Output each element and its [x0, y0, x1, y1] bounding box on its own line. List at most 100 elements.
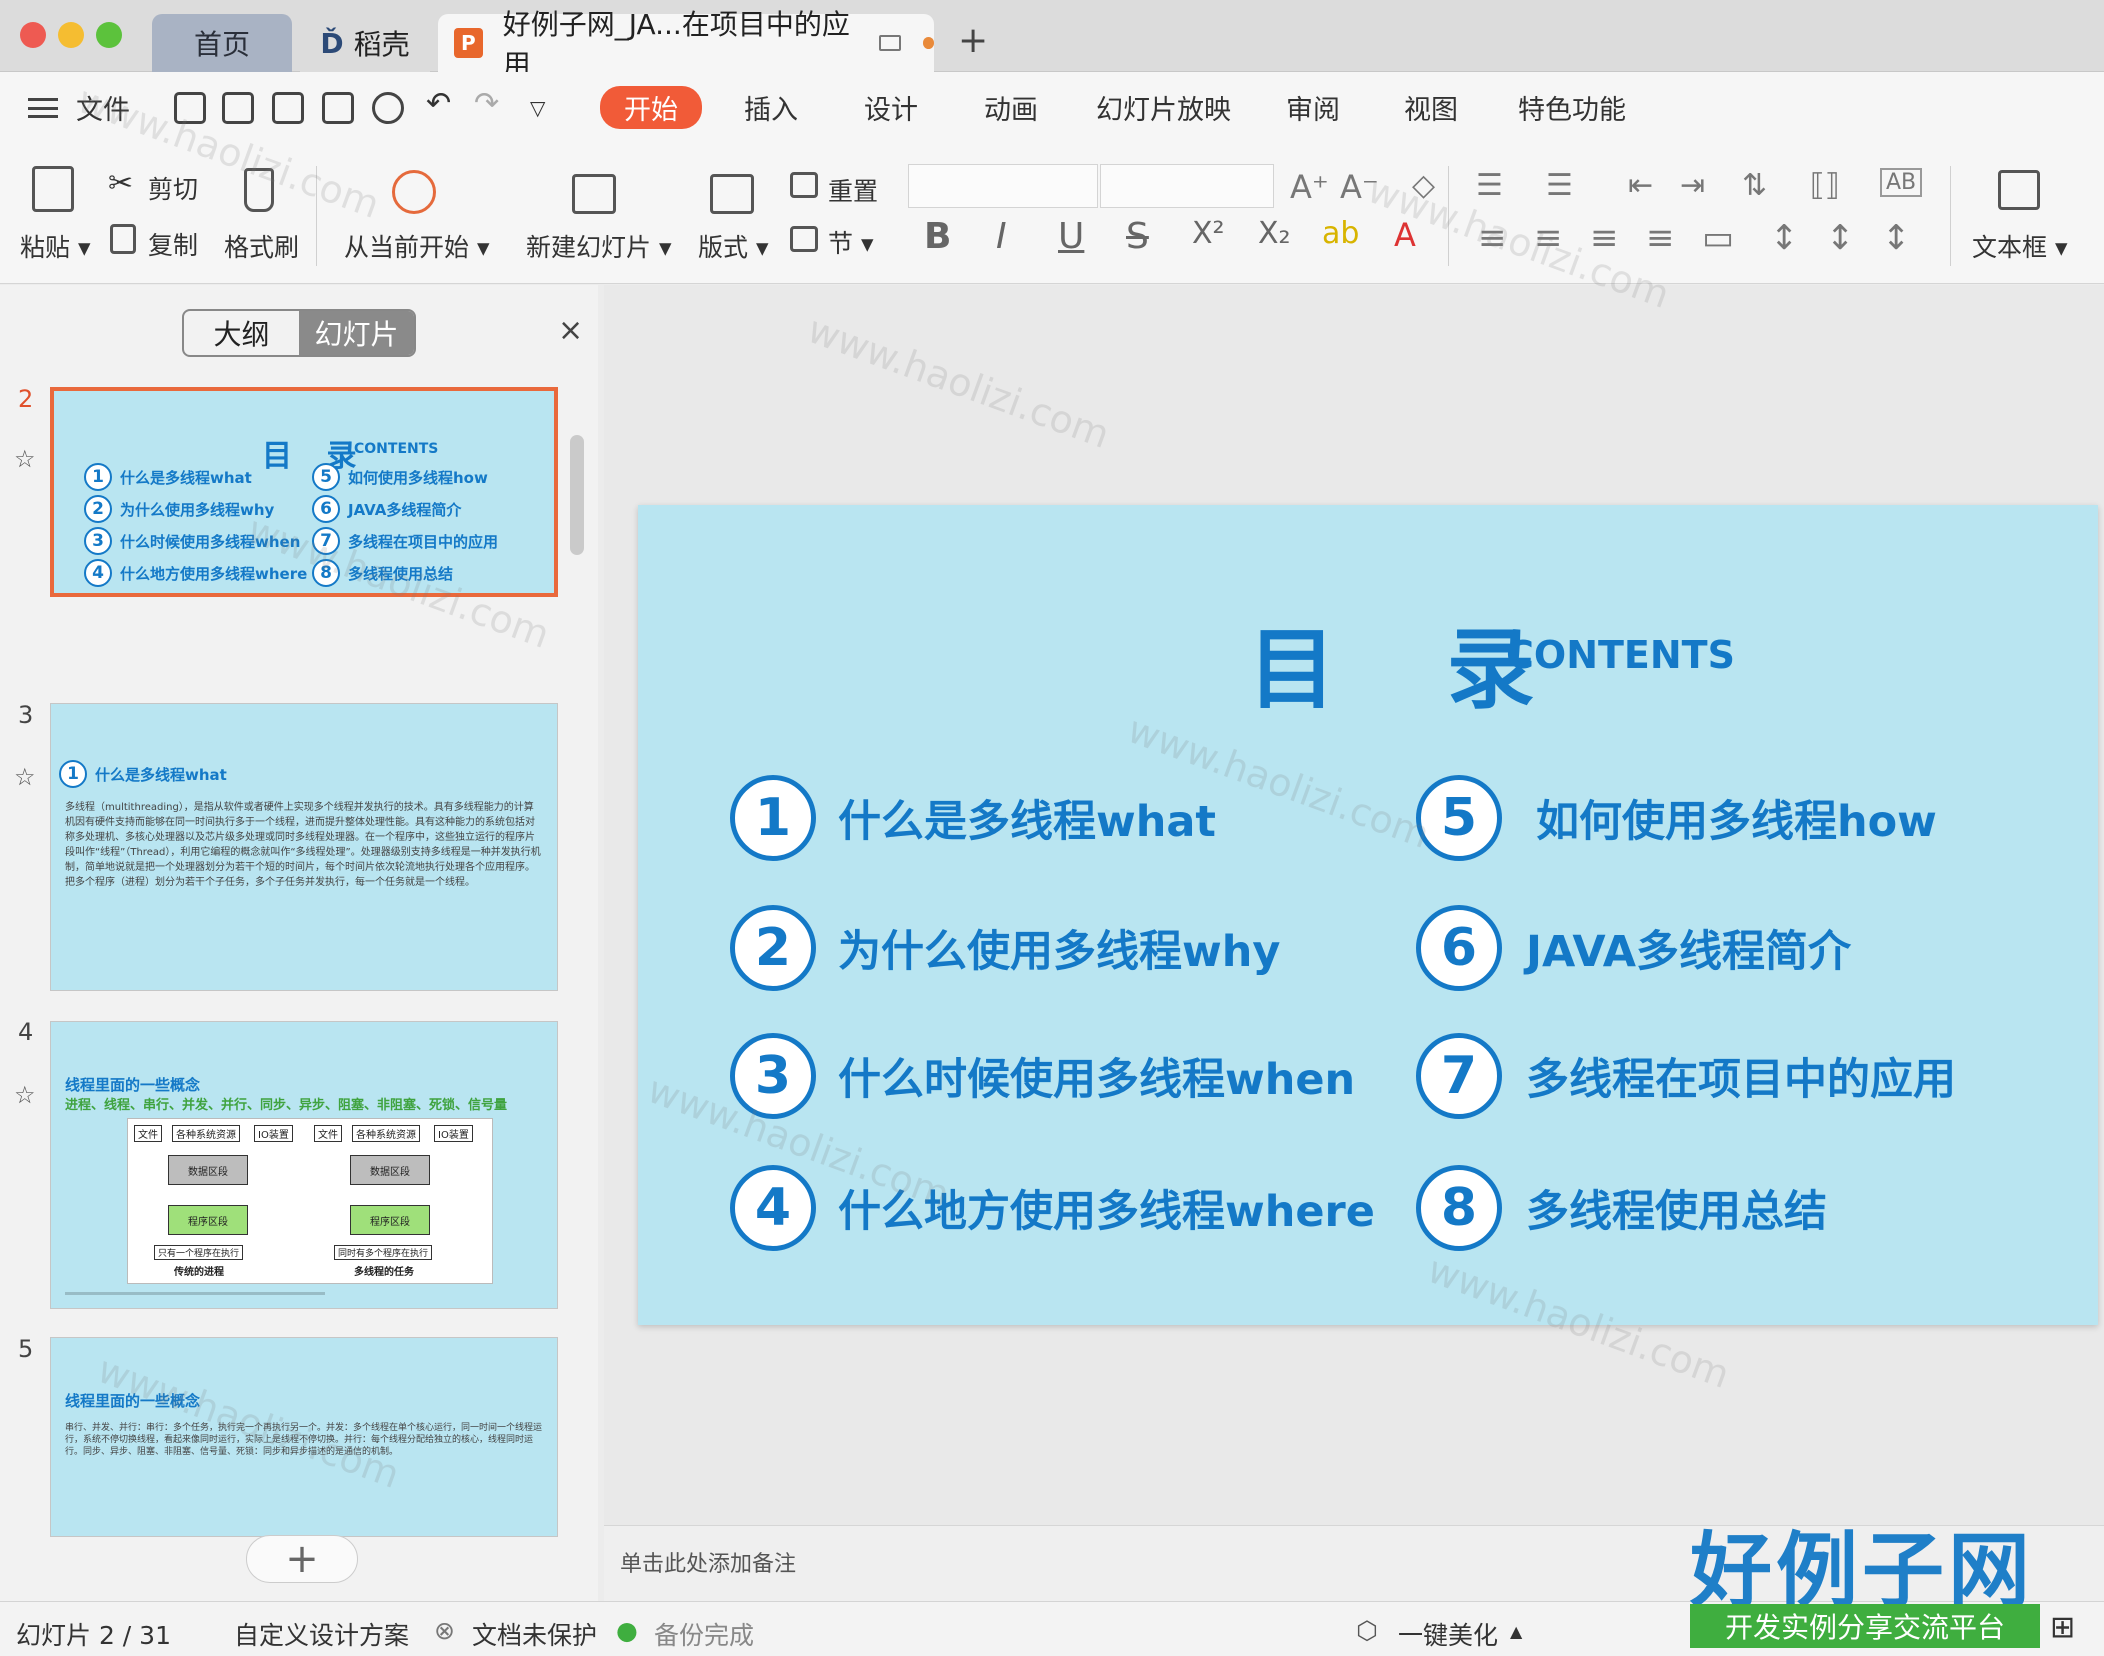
open-folder-icon[interactable]	[174, 92, 206, 124]
slide-thumbnail-2[interactable]: 目 录 CONTENTS 1 什么是多线程what 2 为什么使用多线程why …	[50, 387, 558, 597]
redo-icon[interactable]: ↷	[474, 86, 499, 121]
tab-document[interactable]: P 好例子网_JA...在项目中的应用	[438, 8, 934, 81]
slide-thumbnail-5[interactable]: 线程里面的一些概念 串行、并发、并行：串行：多个任务，执行完一个再执行另一个。并…	[50, 1337, 558, 1537]
paste-icon[interactable]	[32, 166, 74, 212]
print-preview-icon[interactable]	[372, 92, 404, 124]
toc-item[interactable]: 什么时候使用多线程when	[838, 1045, 1355, 1107]
new-tab-button[interactable]: +	[958, 20, 988, 61]
line-spacing-icon[interactable]: ↕	[1770, 218, 1799, 258]
export-pdf-icon[interactable]	[272, 92, 304, 124]
zoom-window-button[interactable]	[96, 22, 122, 48]
decrease-indent-icon[interactable]: ⇤	[1628, 168, 1653, 203]
tab-home[interactable]: 首页	[152, 14, 292, 72]
bullet-list-icon[interactable]: ☰	[1476, 168, 1503, 203]
protect-status-button[interactable]: 文档未保护	[472, 1616, 597, 1652]
cut-button[interactable]: 剪切	[148, 170, 198, 206]
item-number-badge: 3	[730, 1033, 816, 1119]
align-right-icon[interactable]: ≡	[1590, 218, 1619, 258]
item-number-badge: 7	[1416, 1033, 1502, 1119]
minimize-window-button[interactable]	[58, 22, 84, 48]
menu-tab-insert[interactable]: 插入	[744, 88, 798, 127]
undo-icon[interactable]: ↶	[426, 86, 451, 121]
sort-icon[interactable]: ⇅	[1742, 168, 1767, 203]
textbox-icon[interactable]	[1998, 170, 2040, 210]
design-scheme-button[interactable]: 自定义设计方案	[234, 1616, 409, 1652]
current-slide[interactable]: 目 录 CONTENTS 1 什么是多线程what 2 为什么使用多线程why …	[638, 505, 2098, 1325]
text-spacing-icon[interactable]: ⟦⟧	[1810, 168, 1840, 203]
close-window-button[interactable]	[20, 22, 46, 48]
thumbnail-scrollbar[interactable]	[570, 375, 584, 1485]
toc-item[interactable]: 多线程在项目中的应用	[1526, 1045, 1956, 1107]
tab-daoke[interactable]: Ď 稻壳	[300, 14, 430, 72]
print-icon[interactable]	[322, 92, 354, 124]
text-direction-icon[interactable]: AB	[1880, 168, 1923, 197]
new-slide-icon[interactable]	[572, 174, 616, 214]
font-size-select[interactable]	[1100, 164, 1274, 208]
slide-subtitle[interactable]: CONTENTS	[1506, 633, 1735, 677]
distribute-icon[interactable]: ▭	[1702, 218, 1734, 258]
slide-thumbnail-3[interactable]: 1 什么是多线程what 多线程（multithreading），是指从软件或者…	[50, 703, 558, 991]
reset-button[interactable]: 重置	[828, 172, 878, 208]
menu-tab-animation[interactable]: 动画	[984, 88, 1038, 127]
play-from-current-button[interactable]: 从当前开始 ▾	[344, 228, 490, 264]
layout-icon[interactable]	[710, 174, 754, 214]
textbox-button[interactable]: 文本框 ▾	[1972, 228, 2068, 264]
clear-format-icon[interactable]: ◇	[1412, 168, 1435, 203]
decrease-font-icon[interactable]: A⁻	[1340, 168, 1379, 206]
subscript-icon[interactable]: X₂	[1258, 216, 1291, 251]
align-left-icon[interactable]: ≡	[1478, 218, 1507, 258]
toc-item[interactable]: 多线程使用总结	[1526, 1177, 1827, 1239]
slide-thumbnail-4[interactable]: 线程里面的一些概念 进程、线程、串行、并发、并行、同步、异步、阻塞、非阻塞、死锁…	[50, 1021, 558, 1309]
backup-status[interactable]: 备份完成	[654, 1616, 754, 1652]
toc-item[interactable]: 如何使用多线程how	[1536, 787, 1937, 849]
numbered-list-icon[interactable]: ☰	[1546, 168, 1573, 203]
italic-button[interactable]: I	[996, 216, 1007, 257]
menu-tab-home[interactable]: 开始	[600, 86, 702, 129]
thumb-number: 5	[312, 463, 340, 491]
scrollbar-thumb[interactable]	[570, 435, 584, 555]
spacing-options-icon[interactable]: ↕	[1882, 218, 1911, 258]
bold-button[interactable]: B	[924, 216, 951, 257]
menu-tab-view[interactable]: 视图	[1404, 88, 1458, 127]
section-button[interactable]: 节 ▾	[828, 224, 874, 260]
monitor-icon	[879, 35, 901, 51]
one-click-beautify-button[interactable]: 一键美化	[1398, 1616, 1498, 1652]
paragraph-spacing-icon[interactable]: ↕	[1826, 218, 1855, 258]
new-slide-button[interactable]: 新建幻灯片 ▾	[526, 228, 672, 264]
increase-font-icon[interactable]: A⁺	[1290, 168, 1329, 206]
close-panel-button[interactable]: ×	[558, 313, 583, 348]
menu-file[interactable]: 文件	[76, 88, 130, 127]
chevron-up-icon[interactable]: ▲	[1510, 1622, 1522, 1641]
menu-tab-review[interactable]: 审阅	[1286, 88, 1340, 127]
highlight-icon[interactable]: ab	[1322, 216, 1359, 251]
thumb-number: 2	[84, 495, 112, 523]
tab-outline[interactable]: 大纲	[184, 311, 299, 355]
hamburger-icon[interactable]	[28, 98, 58, 118]
justify-icon[interactable]: ≡	[1646, 218, 1675, 258]
menu-tab-slideshow[interactable]: 幻灯片放映	[1096, 88, 1231, 127]
font-name-select[interactable]	[908, 164, 1098, 208]
toc-item[interactable]: 什么是多线程what	[838, 787, 1216, 849]
align-center-icon[interactable]: ≡	[1534, 218, 1563, 258]
increase-indent-icon[interactable]: ⇥	[1680, 168, 1705, 203]
toc-item[interactable]: 什么地方使用多线程where	[838, 1177, 1375, 1239]
strikethrough-button[interactable]: S	[1126, 216, 1149, 257]
layout-button[interactable]: 版式 ▾	[698, 228, 769, 264]
save-icon[interactable]	[222, 92, 254, 124]
title-bar: 首页 Ď 稻壳 P 好例子网_JA...在项目中的应用 +	[0, 0, 2104, 81]
quick-access-dropdown-icon[interactable]: ▽	[530, 96, 545, 120]
font-color-icon[interactable]: A	[1394, 216, 1416, 254]
menu-tab-design[interactable]: 设计	[864, 88, 918, 127]
toc-item[interactable]: JAVA多线程简介	[1526, 917, 1851, 979]
play-icon[interactable]	[392, 170, 436, 214]
add-slide-button[interactable]: +	[246, 1535, 358, 1583]
menu-tab-features[interactable]: 特色功能	[1518, 88, 1626, 127]
format-painter-button[interactable]: 格式刷	[224, 228, 299, 264]
superscript-icon[interactable]: X²	[1192, 216, 1225, 251]
underline-button[interactable]: U	[1058, 216, 1084, 257]
paste-button[interactable]: 粘贴 ▾	[20, 228, 91, 264]
ribbon-divider	[1448, 166, 1449, 266]
tab-slides[interactable]: 幻灯片	[299, 311, 414, 355]
toc-item[interactable]: 为什么使用多线程why	[838, 917, 1280, 979]
copy-button[interactable]: 复制	[148, 226, 198, 262]
